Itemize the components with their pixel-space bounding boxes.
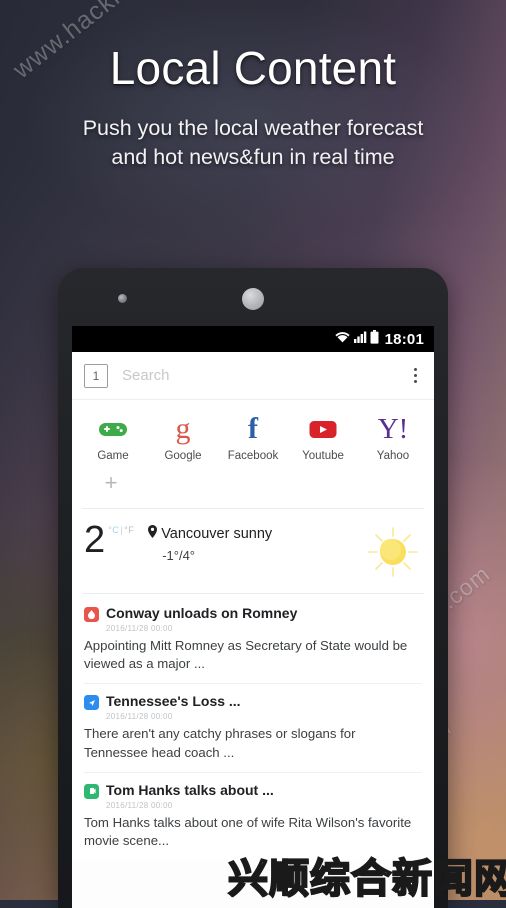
signal-icon: [353, 330, 367, 348]
news-source-icon-blue: [84, 695, 99, 711]
news-header: Tennessee's Loss ...: [84, 693, 422, 711]
unit-separator: |: [120, 525, 124, 535]
watermark-chinese-site: 兴顺综合新闻网: [227, 855, 506, 903]
news-timestamp: 2016/11/28 00:00: [106, 712, 173, 722]
weather-widget[interactable]: 2 °C|°F Vancouver sunny -1°/4°: [72, 509, 434, 593]
shortcut-grid: Game g Google f Facebook Youtube Y! Yaho…: [72, 400, 434, 464]
shortcut-facebook[interactable]: f Facebook: [218, 412, 288, 463]
shortcut-google[interactable]: g Google: [148, 412, 218, 463]
news-timestamp: 2016/11/28 00:00: [106, 624, 173, 633]
shortcut-label: Facebook: [227, 450, 279, 462]
shortcut-label: Youtube: [302, 450, 344, 462]
location-pin-icon: [148, 525, 158, 542]
news-title[interactable]: Conway unloads on Romney: [106, 605, 297, 621]
shortcut-game[interactable]: Game: [78, 414, 148, 462]
shortcut-label: Yahoo: [376, 450, 410, 462]
add-shortcut-icon[interactable]: +: [80, 472, 142, 494]
earpiece-sensor-icon: [242, 288, 264, 310]
news-timestamp: 2016/11/28 00:00: [106, 800, 173, 810]
browser-app-screen: 1 Search Game g Google f Facebook Youtub…: [72, 352, 434, 908]
promo-text-block: Local Content Push you the local weather…: [0, 42, 506, 172]
weather-location-row: Vancouver sunny: [148, 525, 366, 542]
news-title[interactable]: Tennessee's Loss ...: [106, 693, 241, 709]
search-input[interactable]: Search: [122, 367, 406, 384]
weather-location-text: Vancouver sunny: [161, 525, 273, 542]
list-item[interactable]: Conway unloads on Romney 2016/11/28 00:0…: [84, 596, 422, 683]
weather-temperature: 2: [84, 519, 106, 561]
promo-subtitle-line1: Push you the local weather forecast: [82, 115, 424, 140]
status-bar-icons: [334, 329, 379, 349]
news-header: Tom Hanks talks about ...: [84, 782, 422, 799]
shortcut-label: Game: [97, 450, 129, 462]
status-bar: 18:01: [72, 326, 434, 352]
temperature-unit-toggle[interactable]: °C|°F: [108, 525, 134, 535]
shortcut-yahoo[interactable]: Y! Yahoo: [358, 413, 428, 463]
battery-icon: [370, 329, 379, 349]
promo-subtitle: Push you the local weather forecast and …: [0, 114, 506, 172]
gamepad-icon: [98, 414, 128, 444]
promo-subtitle-line2: and hot news&fun in real time: [111, 144, 395, 169]
news-summary: Tom Hanks talks about one of wife Rita W…: [84, 814, 412, 849]
news-source-icon-green: [84, 783, 99, 799]
youtube-icon: [309, 414, 337, 444]
status-bar-clock: 18:01: [384, 330, 424, 348]
tab-count-button[interactable]: 1: [84, 363, 108, 388]
news-summary: Appointing Mitt Romney as Secretary of S…: [84, 638, 408, 672]
news-title[interactable]: Tom Hanks talks about ...: [106, 782, 274, 798]
weather-range: -1°/4°: [162, 548, 196, 563]
yahoo-icon: Y!: [377, 413, 409, 445]
unit-fahrenheit[interactable]: °F: [124, 525, 134, 535]
overflow-menu-icon[interactable]: [406, 368, 424, 383]
front-camera-icon: [118, 294, 127, 303]
news-feed: Conway unloads on Romney 2016/11/28 00:0…: [72, 594, 434, 861]
news-source-icon-red: [84, 607, 99, 622]
unit-celsius[interactable]: °C: [108, 525, 119, 535]
list-item[interactable]: Tennessee's Loss ... 2016/11/28 00:00 Th…: [84, 684, 422, 771]
shortcut-youtube[interactable]: Youtube: [288, 414, 358, 462]
search-bar[interactable]: 1 Search: [72, 352, 434, 400]
add-shortcut-row: +: [72, 464, 434, 508]
google-g-icon: g: [175, 412, 191, 445]
news-header: Conway unloads on Romney: [84, 605, 422, 622]
page-title: Local Content: [109, 42, 397, 94]
phone-mockup: 18:01 1 Search Game g Google f Facebook …: [58, 268, 448, 908]
news-summary: There aren't any catchy phrases or sloga…: [84, 726, 356, 760]
facebook-f-icon: f: [248, 412, 258, 445]
wifi-icon: [334, 330, 351, 348]
weather-details: Vancouver sunny -1°/4°: [148, 523, 366, 563]
sun-icon: [366, 525, 420, 579]
shortcut-label: Google: [164, 450, 202, 462]
phone-top-bezel: [58, 268, 448, 326]
